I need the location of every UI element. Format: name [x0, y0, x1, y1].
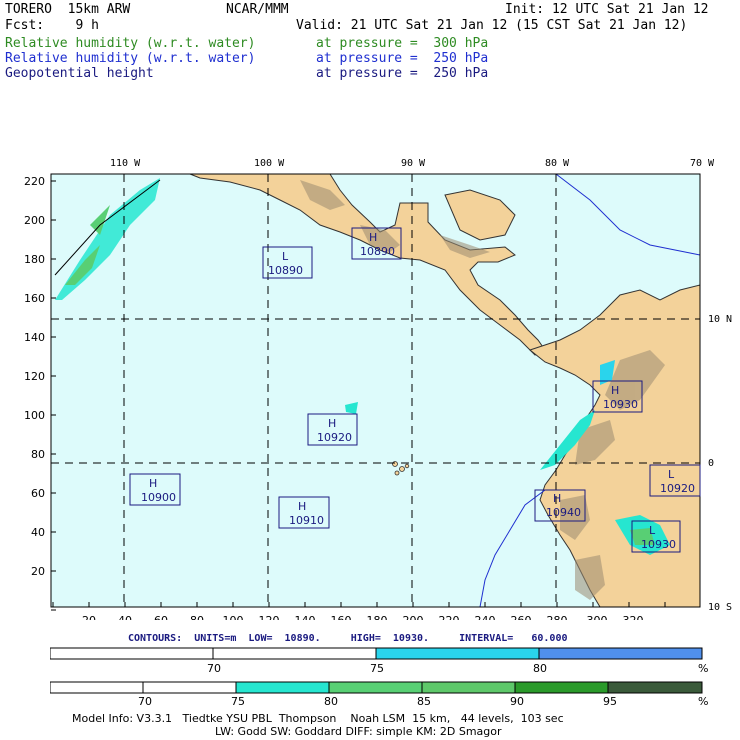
y-tick-label: 100 — [24, 409, 45, 422]
lon-label: 70 W — [690, 158, 715, 169]
y-tick-label: 40 — [31, 526, 45, 539]
svg-text:10920: 10920 — [660, 482, 695, 495]
x-tick-label: 140 — [295, 614, 316, 620]
lon-label: 100 W — [254, 158, 285, 169]
x-tick-label: 40 — [118, 614, 132, 620]
svg-text:L: L — [668, 468, 675, 481]
colorbar-label: 80 — [533, 662, 547, 675]
colorbar-label: 80 — [324, 695, 338, 708]
lon-label: 80 W — [545, 158, 570, 169]
svg-text:10890: 10890 — [268, 264, 303, 277]
svg-text:10900: 10900 — [141, 491, 176, 504]
x-tick-label: 260 — [511, 614, 532, 620]
y-tick-label: 60 — [31, 487, 45, 500]
weather-map: 110 W 100 W 90 W 80 W 70 W 10 N 0 10 S 2… — [24, 158, 732, 620]
physics-info: LW: Godd SW: Goddard DIFF: simple KM: 2D… — [215, 725, 502, 738]
colorbar-label: 70 — [207, 662, 221, 675]
bottom-axis-labels: 20 40 60 80 100 120 140 160 180 200 220 … — [82, 614, 644, 620]
x-tick-label: 200 — [403, 614, 424, 620]
svg-text:10930: 10930 — [603, 398, 638, 411]
x-tick-label: 60 — [154, 614, 168, 620]
y-tick-label: 80 — [31, 448, 45, 461]
colorbar-label: 70 — [138, 695, 152, 708]
x-tick-label: 240 — [475, 614, 496, 620]
lat-label: 10 S — [708, 602, 732, 613]
field-name-geopotential: Geopotential height — [5, 66, 154, 81]
latitude-labels: 10 N 0 10 S — [708, 314, 732, 613]
svg-text:H: H — [328, 417, 336, 430]
x-tick-label: 120 — [259, 614, 280, 620]
svg-text:10910: 10910 — [289, 514, 324, 527]
svg-text:H: H — [149, 477, 157, 490]
field-level-rh300: at pressure = 300 hPa — [316, 36, 489, 51]
svg-text:H: H — [369, 231, 377, 244]
x-tick-label: 100 — [223, 614, 244, 620]
contours-info: CONTOURS: UNITS=m LOW= 10890. HIGH= 1093… — [128, 633, 568, 644]
svg-text:H: H — [298, 500, 306, 513]
model-title: TORERO 15km ARW — [5, 2, 131, 17]
forecast-hour: Fcst: 9 h — [5, 18, 99, 33]
svg-text:H: H — [553, 492, 561, 505]
x-tick-label: 300 — [587, 614, 608, 620]
x-tick-label: 180 — [367, 614, 388, 620]
colorbar-label: 75 — [231, 695, 245, 708]
lat-label: 0 — [708, 458, 714, 469]
field-name-rh300: Relative humidity (w.r.t. water) — [5, 36, 256, 51]
y-tick-label: 180 — [24, 253, 45, 266]
model-info: Model Info: V3.3.1 Tiedtke YSU PBL Thomp… — [72, 712, 564, 725]
field-level-geopotential: at pressure = 250 hPa — [316, 66, 489, 81]
y-tick-label: 220 — [24, 175, 45, 188]
colorbar-label: 75 — [370, 662, 384, 675]
y-tick-label: 140 — [24, 331, 45, 344]
valid-time: Valid: 21 UTC Sat 21 Jan 12 (15 CST Sat … — [296, 18, 688, 33]
colorbar-unit: % — [698, 695, 709, 708]
colorbar-label: 95 — [603, 695, 617, 708]
y-tick-label: 160 — [24, 292, 45, 305]
y-tick-label: 200 — [24, 214, 45, 227]
y-tick-label: 20 — [31, 565, 45, 578]
svg-text:L: L — [649, 524, 656, 537]
field-name-rh250: Relative humidity (w.r.t. water) — [5, 51, 256, 66]
field-level-rh250: at pressure = 250 hPa — [316, 51, 489, 66]
svg-text:10920: 10920 — [317, 431, 352, 444]
svg-text:10930: 10930 — [641, 538, 676, 551]
organization: NCAR/MMM — [226, 2, 289, 17]
longitude-labels: 110 W 100 W 90 W 80 W 70 W — [110, 158, 715, 169]
svg-text:10890: 10890 — [360, 245, 395, 258]
x-tick-label: 280 — [547, 614, 568, 620]
colorbar-label: 90 — [510, 695, 524, 708]
x-tick-label: 160 — [331, 614, 352, 620]
colorbar-unit: % — [698, 662, 709, 675]
init-time: Init: 12 UTC Sat 21 Jan 12 — [505, 2, 709, 17]
left-axis-labels: 220 200 180 160 140 120 100 80 60 40 20 — [24, 175, 45, 578]
x-tick-label: 80 — [190, 614, 204, 620]
svg-text:L: L — [282, 250, 289, 263]
svg-text:10940: 10940 — [546, 506, 581, 519]
x-tick-label: 220 — [439, 614, 460, 620]
x-tick-label: 320 — [623, 614, 644, 620]
svg-text:H: H — [611, 384, 619, 397]
y-tick-label: 120 — [24, 370, 45, 383]
lon-label: 90 W — [401, 158, 426, 169]
x-tick-label: 20 — [82, 614, 96, 620]
colorbar-label: 85 — [417, 695, 431, 708]
lon-label: 110 W — [110, 158, 141, 169]
lat-label: 10 N — [708, 314, 732, 325]
